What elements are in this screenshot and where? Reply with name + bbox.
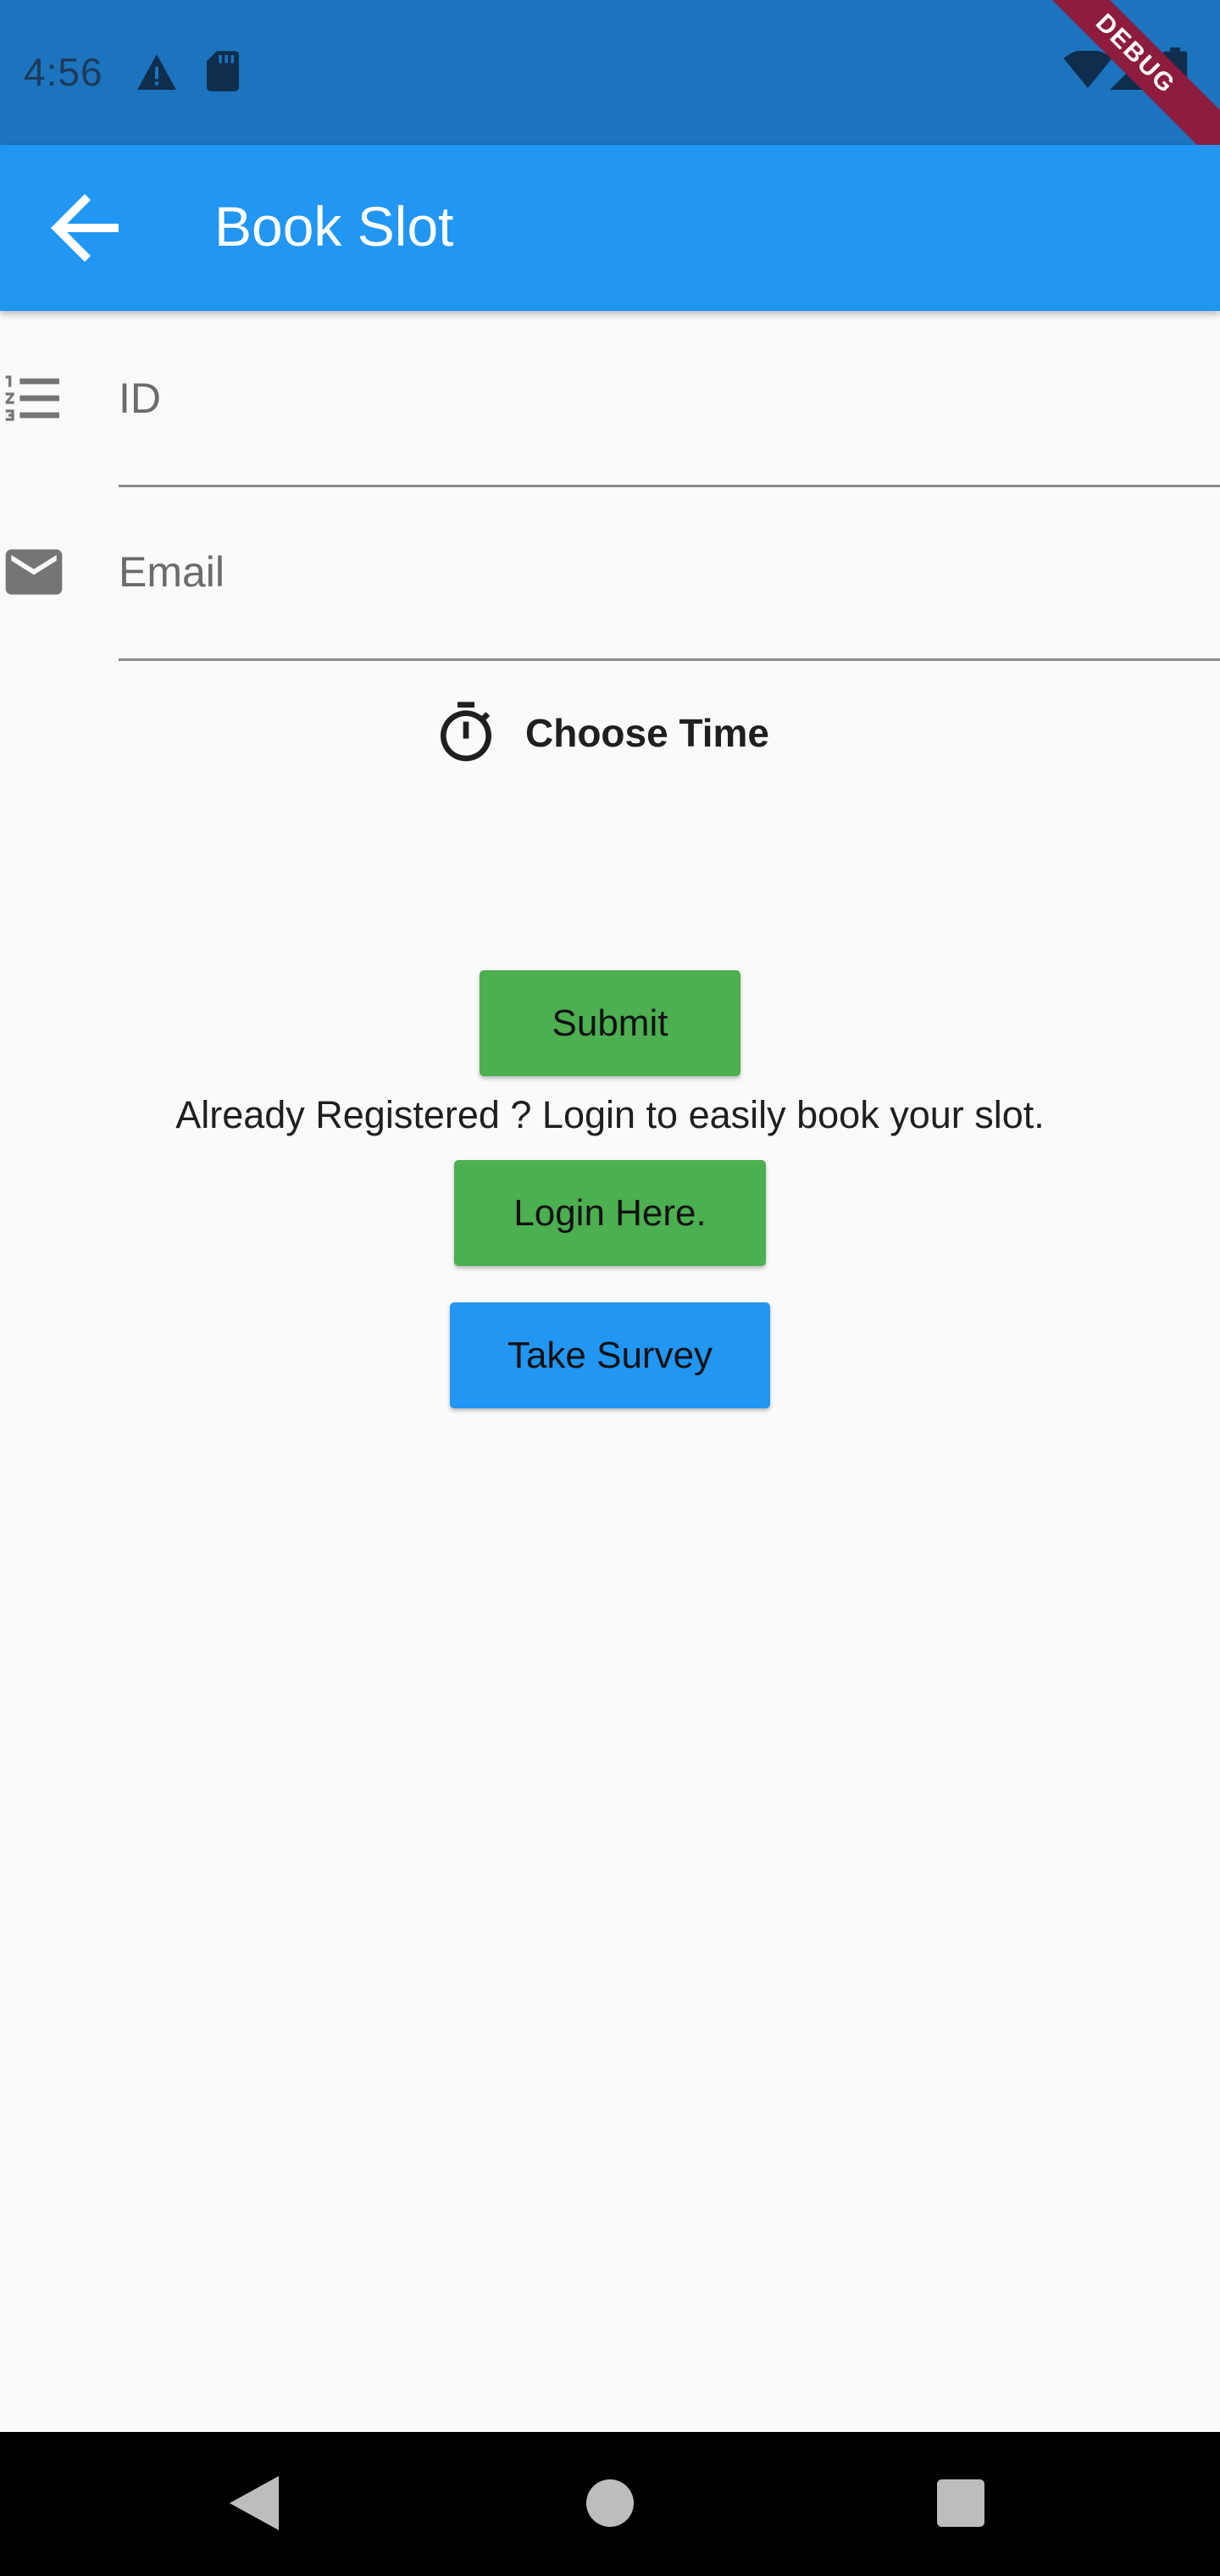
- back-button[interactable]: [34, 177, 136, 279]
- submit-label: Submit: [552, 1002, 668, 1044]
- timer-icon: [441, 702, 491, 762]
- id-field-row: [0, 339, 1220, 500]
- choose-time-label: Choose Time: [525, 711, 769, 755]
- submit-button[interactable]: Submit: [480, 970, 740, 1076]
- email-input-underline: [119, 658, 1220, 661]
- navigation-bar: [0, 2432, 1220, 2576]
- email-input[interactable]: [119, 534, 1220, 610]
- status-time: 4:56: [24, 50, 103, 94]
- take-survey-label: Take Survey: [507, 1334, 713, 1376]
- id-input-underline: [119, 485, 1220, 487]
- take-survey-button[interactable]: Take Survey: [450, 1302, 770, 1408]
- id-input[interactable]: [119, 360, 1220, 436]
- screen: 4:56 DEBUG Book Slot ID Email Choose Tim…: [0, 0, 1220, 2576]
- format-list-numbered-icon: [0, 364, 68, 432]
- recents-square-icon[interactable]: [937, 2479, 984, 2531]
- arrow-back-icon: [51, 194, 119, 262]
- email-field-row: [0, 513, 1220, 674]
- login-label: Login Here.: [513, 1191, 707, 1234]
- warning-icon: [136, 53, 178, 96]
- sd-card-icon: [207, 51, 239, 96]
- back-triangle-icon[interactable]: [229, 2476, 280, 2534]
- login-button[interactable]: Login Here.: [454, 1160, 766, 1266]
- login-prompt-text: Already Registered ? Login to easily boo…: [175, 1093, 1045, 1136]
- choose-time-button[interactable]: Choose Time: [432, 695, 769, 771]
- email-icon: [0, 538, 68, 606]
- wifi-icon: [1063, 49, 1112, 92]
- home-circle-icon[interactable]: [586, 2479, 634, 2531]
- app-bar: Book Slot: [0, 145, 1220, 311]
- page-title: Book Slot: [214, 195, 454, 258]
- status-bar: 4:56 DEBUG: [0, 0, 1220, 171]
